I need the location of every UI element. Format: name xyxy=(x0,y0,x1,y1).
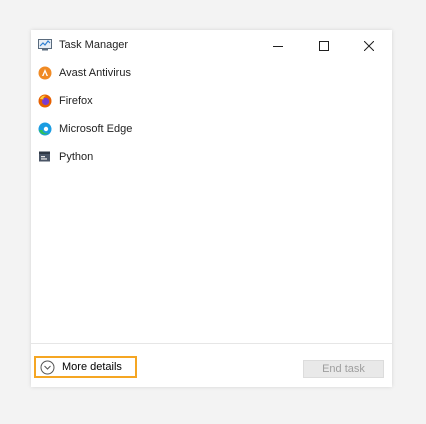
list-item-edge[interactable]: Microsoft Edge xyxy=(31,119,392,141)
minimize-button[interactable] xyxy=(255,30,301,62)
list-item-python[interactable]: Python xyxy=(31,147,392,169)
app-label: Python xyxy=(59,151,94,163)
firefox-icon xyxy=(38,94,52,108)
task-manager-icon xyxy=(38,39,52,51)
minimize-icon xyxy=(273,46,283,47)
edge-icon xyxy=(38,122,52,136)
chevron-down-icon xyxy=(40,360,55,374)
more-details-label: More details xyxy=(62,361,122,373)
avast-icon xyxy=(38,66,52,80)
title-bar[interactable]: Task Manager xyxy=(31,30,392,62)
footer-divider xyxy=(31,343,392,344)
close-button[interactable] xyxy=(346,30,392,62)
more-details-button[interactable]: More details xyxy=(34,356,137,378)
maximize-button[interactable] xyxy=(301,30,347,62)
app-label: Avast Antivirus xyxy=(59,67,131,79)
window-title: Task Manager xyxy=(59,39,129,51)
end-task-button[interactable]: End task xyxy=(303,360,384,378)
app-label: Microsoft Edge xyxy=(59,123,133,135)
close-icon xyxy=(364,41,374,51)
list-item-avast[interactable]: Avast Antivirus xyxy=(31,63,392,85)
python-app-icon xyxy=(39,151,50,162)
maximize-icon xyxy=(319,41,329,51)
list-item-firefox[interactable]: Firefox xyxy=(31,91,392,113)
task-manager-window: Task Manager Avast Antivirus Firefox Mic… xyxy=(31,30,392,387)
app-label: Firefox xyxy=(59,95,93,107)
